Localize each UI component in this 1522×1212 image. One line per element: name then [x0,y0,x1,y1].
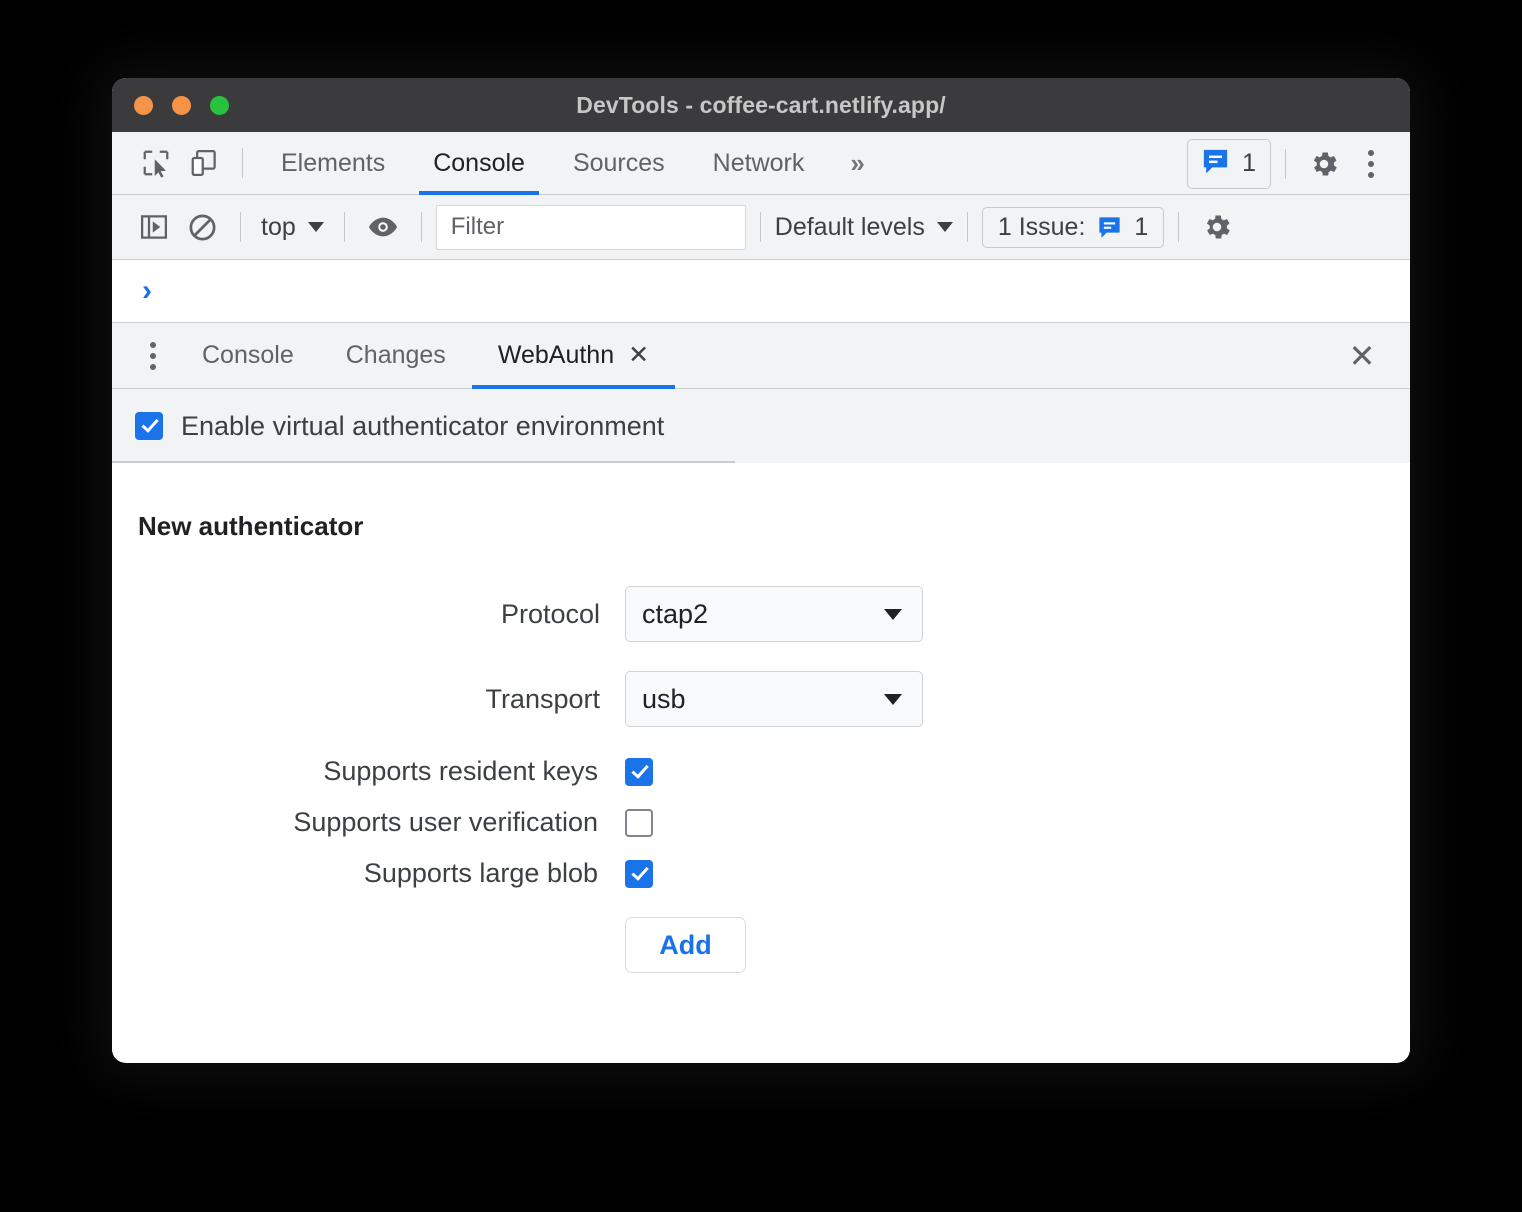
tabbar-divider-right [1285,148,1286,179]
close-webauthn-tab-icon[interactable]: ✕ [628,343,649,368]
console-toolbar-divider-3 [420,212,422,242]
add-authenticator-row: Add [138,917,1410,973]
add-button[interactable]: Add [625,917,746,973]
console-toolbar-divider-4 [759,212,761,242]
tab-network-label: Network [712,148,805,177]
console-prompt-chevron-icon: › [142,274,152,307]
transport-select[interactable]: usb [625,671,923,727]
devtools-window: DevTools - coffee-cart.netlify.app/ Elem… [112,78,1410,1063]
traffic-light-controls [134,78,229,132]
console-toolbar-divider-2 [343,212,345,242]
transport-select-value: usb [642,683,686,714]
drawer-tab-webauthn-label: WebAuthn [497,341,615,369]
drawer-tab-changes[interactable]: Changes [320,323,472,389]
issues-badge-count: 1 [1242,149,1256,177]
live-expression-eye-icon[interactable] [359,204,407,250]
tab-network[interactable]: Network [689,132,829,195]
kebab-menu-icon[interactable] [1348,141,1394,187]
tab-sources[interactable]: Sources [549,132,689,195]
supports-user-verification-checkbox[interactable] [625,808,653,837]
check-icon [630,760,649,779]
supports-large-blob-label: Supports large blob [363,858,598,888]
console-toolbar-divider-1 [240,212,241,242]
protocol-select[interactable]: ctap2 [625,586,923,642]
tab-console-label: Console [433,148,525,177]
inspect-element-icon[interactable] [132,140,180,186]
drawer-tab-webauthn[interactable]: WebAuthn ✕ [471,323,676,389]
protocol-select-value: ctap2 [642,598,709,629]
log-levels-label: Default levels [774,212,925,241]
drawer-tab-console-label: Console [202,341,294,369]
chevron-down-icon [936,222,953,232]
webauthn-panel: Enable virtual authenticator environment… [112,389,1410,1062]
main-tab-bar: Elements Console Sources Network » 1 [112,132,1410,195]
console-sidebar-icon[interactable] [130,204,178,250]
filter-placeholder: Filter [450,213,505,240]
toolbar-divider [242,148,243,178]
supports-user-verification-row: Supports user verification [138,807,1410,838]
check-icon [140,414,159,433]
enable-virtual-authenticator-checkbox[interactable] [135,412,163,440]
chevron-down-icon [884,608,902,620]
protocol-label: Protocol [500,598,600,629]
screenshot-root: DevTools - coffee-cart.netlify.app/ Elem… [0,0,1522,1212]
console-message-area[interactable]: › [112,260,1410,323]
console-toolbar: top Filter Default levels 1 Issue: 1 [112,195,1410,260]
drawer-tab-bar: Console Changes WebAuthn ✕ ✕ [112,323,1410,389]
tab-console[interactable]: Console [409,132,549,195]
console-issues-label: 1 Issue: [997,212,1086,241]
supports-resident-keys-checkbox[interactable] [625,757,653,786]
gear-icon[interactable] [1193,204,1241,250]
tab-elements-label: Elements [281,148,386,177]
tab-elements[interactable]: Elements [257,132,409,195]
minimize-window-button[interactable] [172,95,191,115]
execution-context-label: top [261,212,296,241]
transport-row: Transport usb [138,671,1410,727]
clear-console-icon[interactable] [178,204,226,250]
gear-icon[interactable] [1300,141,1348,187]
maximize-window-button[interactable] [210,95,229,115]
console-toolbar-divider-5 [966,212,968,242]
page-title: New authenticator [138,511,364,541]
window-title: DevTools - coffee-cart.netlify.app/ [576,91,946,118]
enable-virtual-authenticator-label: Enable virtual authenticator environment [181,410,665,441]
drawer-tab-console[interactable]: Console [176,323,320,389]
log-levels-selector[interactable]: Default levels [775,213,953,242]
main-tab-bar-right: 1 [1187,132,1394,195]
console-issues-count: 1 [1134,212,1149,241]
chevron-down-icon [307,222,324,232]
window-titlebar: DevTools - coffee-cart.netlify.app/ [112,78,1410,132]
close-drawer-icon[interactable]: ✕ [1336,323,1388,389]
supports-large-blob-row: Supports large blob [138,858,1410,889]
more-tabs-chevron-icon[interactable]: » [828,148,883,179]
filter-input[interactable]: Filter [435,204,746,250]
tab-sources-label: Sources [572,148,665,177]
issues-badge-button[interactable]: 1 [1187,138,1271,189]
execution-context-selector[interactable]: top [255,213,330,242]
issues-message-icon [1200,146,1231,182]
device-toolbar-icon[interactable] [180,140,228,186]
protocol-row: Protocol ctap2 [138,586,1410,642]
drawer-tab-changes-label: Changes [345,341,446,369]
new-authenticator-section: New authenticator Protocol ctap2 Transpo… [112,463,1410,973]
drawer-kebab-icon[interactable] [130,333,176,379]
supports-resident-keys-row: Supports resident keys [138,756,1410,787]
transport-label: Transport [485,683,600,714]
supports-resident-keys-label: Supports resident keys [323,756,598,786]
enable-virtual-authenticator-row[interactable]: Enable virtual authenticator environment [112,389,1410,463]
console-toolbar-divider-6 [1178,212,1180,242]
supports-large-blob-checkbox[interactable] [625,859,653,888]
console-issues-button[interactable]: 1 Issue: 1 [981,206,1165,248]
supports-user-verification-label: Supports user verification [293,807,598,837]
close-window-button[interactable] [134,95,153,115]
check-icon [630,862,649,881]
issues-message-icon [1096,213,1123,242]
chevron-down-icon [884,693,902,705]
